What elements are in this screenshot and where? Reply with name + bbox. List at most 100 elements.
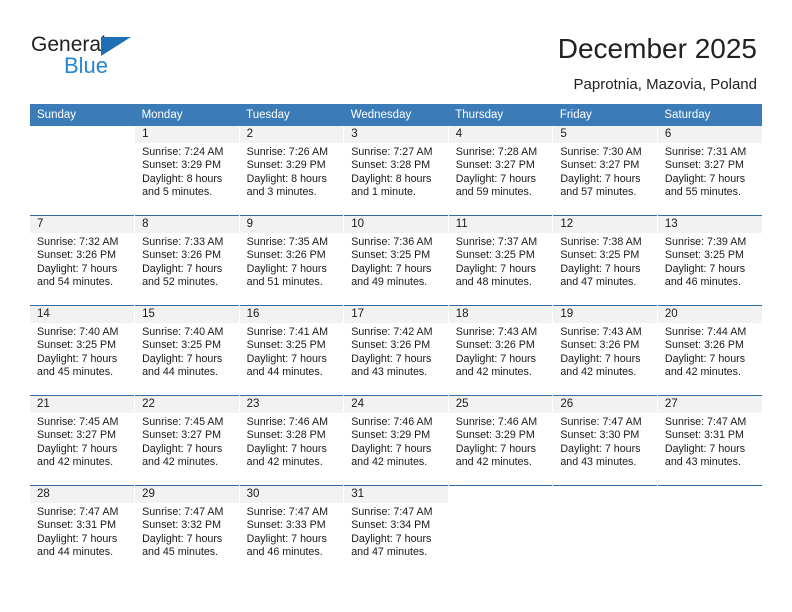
brand-logo[interactable]: General Blue [31,34,231,84]
calendar-day-cell[interactable]: 17 Sunrise: 7:42 AM Sunset: 3:26 PM Dayligh… [343,305,449,396]
daylight-text-line1: Daylight: 8 hours [351,172,432,185]
calendar-day-cell[interactable]: 15 Sunrise: 7:40 AM Sunset: 3:25 PM Dayligh… [134,305,240,396]
calendar-day-cell[interactable]: 27 Sunrise: 7:47 AM Sunset: 3:31 PM Dayligh… [657,395,762,486]
calendar-day-cell[interactable]: 24 Sunrise: 7:46 AM Sunset: 3:29 PM Dayligh… [343,395,449,486]
day-sun-info: Sunrise: 7:45 AM Sunset: 3:27 PM Daylight:… [30,413,134,470]
daylight-text-line2: and 44 minutes. [37,546,114,559]
calendar-day-cell[interactable]: 5 Sunrise: 7:30 AM Sunset: 3:27 PM Daylight… [552,126,658,216]
calendar-day-cell[interactable]: 30 Sunrise: 7:47 AM Sunset: 3:33 PM Dayligh… [239,485,345,575]
page-title: December 2025 [557,33,757,64]
daylight-text-line2: and 42 minutes. [246,456,323,469]
calendar-day-cell[interactable]: 2 Sunrise: 7:26 AM Sunset: 3:29 PM Daylight… [239,126,345,216]
day-number: 29 [135,486,239,503]
daylight-text-line1: Daylight: 7 hours [142,532,223,545]
calendar-day-cell[interactable]: 29 Sunrise: 7:47 AM Sunset: 3:32 PM Dayligh… [134,485,240,575]
calendar-week-row: 14 Sunrise: 7:40 AM Sunset: 3:25 PM Dayligh… [30,305,762,396]
sunset-text: Sunset: 3:29 PM [142,159,222,172]
day-sun-info: Sunrise: 7:43 AM Sunset: 3:26 PM Daylight:… [449,323,553,380]
calendar-day-cell[interactable]: 23 Sunrise: 7:46 AM Sunset: 3:28 PM Dayligh… [239,395,345,486]
calendar-day-cell[interactable]: 6 Sunrise: 7:31 AM Sunset: 3:27 PM Daylight… [657,126,762,216]
day-number: 21 [30,396,135,413]
calendar-day-cell[interactable]: 9 Sunrise: 7:35 AM Sunset: 3:26 PM Daylight… [239,215,345,306]
calendar-day-cell[interactable]: 19 Sunrise: 7:43 AM Sunset: 3:26 PM Dayligh… [552,305,658,396]
day-number: 14 [30,306,135,323]
daylight-text-line1: Daylight: 7 hours [664,262,746,275]
daylight-text-line1: Daylight: 7 hours [664,442,746,455]
calendar-day-cell[interactable]: 16 Sunrise: 7:41 AM Sunset: 3:25 PM Dayligh… [239,305,345,396]
day-sun-info: Sunrise: 7:47 AM Sunset: 3:34 PM Daylight:… [344,503,448,560]
day-sun-info [553,503,657,506]
sunrise-text: Sunrise: 7:30 AM [560,146,642,158]
calendar-day-cell[interactable]: 20 Sunrise: 7:44 AM Sunset: 3:26 PM Dayligh… [657,305,762,396]
day-cell-content: 24 Sunrise: 7:46 AM Sunset: 3:29 PM Dayligh… [344,396,448,485]
sunrise-text: Sunrise: 7:26 AM [246,146,329,158]
day-sun-info: Sunrise: 7:47 AM Sunset: 3:32 PM Daylight:… [135,503,239,560]
day-sun-info: Sunrise: 7:37 AM Sunset: 3:25 PM Daylight:… [449,233,553,290]
sunrise-text: Sunrise: 7:40 AM [142,326,224,338]
day-sun-info: Sunrise: 7:47 AM Sunset: 3:31 PM Daylight:… [658,413,762,470]
calendar-day-cell[interactable]: 12 Sunrise: 7:38 AM Sunset: 3:25 PM Dayligh… [552,215,658,306]
sunrise-text: Sunrise: 7:45 AM [37,416,119,428]
day-cell-content: 19 Sunrise: 7:43 AM Sunset: 3:26 PM Dayligh… [553,306,657,395]
day-cell-content: 6 Sunrise: 7:31 AM Sunset: 3:27 PM Daylight… [657,126,762,215]
sunrise-text: Sunrise: 7:46 AM [246,416,329,428]
sunrise-text: Sunrise: 7:32 AM [37,236,119,248]
day-cell-content [448,486,553,575]
day-number [30,126,135,143]
calendar-day-cell[interactable]: 22 Sunrise: 7:45 AM Sunset: 3:27 PM Dayligh… [134,395,240,486]
daylight-text-line2: and 42 minutes. [664,366,741,379]
calendar-day-cell[interactable]: 11 Sunrise: 7:37 AM Sunset: 3:25 PM Dayligh… [448,215,554,306]
day-cell-content: 29 Sunrise: 7:47 AM Sunset: 3:32 PM Dayligh… [135,486,239,575]
daylight-text-line2: and 59 minutes. [455,186,532,199]
calendar-day-cell[interactable]: 21 Sunrise: 7:45 AM Sunset: 3:27 PM Dayligh… [30,395,136,486]
day-sun-info: Sunrise: 7:40 AM Sunset: 3:25 PM Daylight:… [30,323,134,380]
weekday-header-thursday: Thursday [448,104,553,126]
sunrise-text: Sunrise: 7:47 AM [246,506,329,518]
calendar-day-cell[interactable]: 14 Sunrise: 7:40 AM Sunset: 3:25 PM Dayligh… [30,305,136,396]
sunset-text: Sunset: 3:29 PM [455,429,535,442]
page-subtitle: Paprotnia, Mazovia, Poland [573,76,757,93]
day-number: 25 [448,396,553,413]
calendar-day-cell[interactable]: 18 Sunrise: 7:43 AM Sunset: 3:26 PM Dayligh… [448,305,554,396]
calendar-day-cell[interactable]: 25 Sunrise: 7:46 AM Sunset: 3:29 PM Dayligh… [448,395,554,486]
sunset-text: Sunset: 3:27 PM [560,159,640,172]
daylight-text-line1: Daylight: 7 hours [455,352,536,365]
daylight-text-line2: and 42 minutes. [37,456,114,469]
daylight-text-line2: and 3 minutes. [246,186,317,199]
day-sun-info: Sunrise: 7:47 AM Sunset: 3:31 PM Daylight:… [30,503,134,560]
sunrise-text: Sunrise: 7:36 AM [351,236,433,248]
calendar-day-cell[interactable]: 13 Sunrise: 7:39 AM Sunset: 3:25 PM Dayligh… [657,215,762,306]
sunset-text: Sunset: 3:25 PM [664,249,744,262]
day-sun-info: Sunrise: 7:39 AM Sunset: 3:25 PM Daylight:… [658,233,762,290]
calendar-day-cell[interactable]: 28 Sunrise: 7:47 AM Sunset: 3:31 PM Dayligh… [30,485,136,575]
day-sun-info: Sunrise: 7:32 AM Sunset: 3:26 PM Daylight:… [30,233,134,290]
sunrise-text: Sunrise: 7:46 AM [455,416,538,428]
day-sun-info: Sunrise: 7:27 AM Sunset: 3:28 PM Daylight:… [344,143,448,200]
daylight-text-line1: Daylight: 7 hours [351,262,432,275]
calendar-day-cell[interactable]: 3 Sunrise: 7:27 AM Sunset: 3:28 PM Daylight… [343,126,449,216]
sunset-text: Sunset: 3:25 PM [37,339,117,352]
calendar-day-cell[interactable]: 4 Sunrise: 7:28 AM Sunset: 3:27 PM Daylight… [448,126,554,216]
sunset-text: Sunset: 3:26 PM [560,339,640,352]
calendar-day-cell [657,485,762,575]
day-number: 24 [344,396,448,413]
day-cell-content: 16 Sunrise: 7:41 AM Sunset: 3:25 PM Dayligh… [239,306,344,395]
daylight-text-line2: and 49 minutes. [351,276,428,289]
day-cell-content [30,126,135,215]
day-number: 28 [30,486,135,503]
sunset-text: Sunset: 3:25 PM [246,339,326,352]
calendar-day-cell[interactable]: 8 Sunrise: 7:33 AM Sunset: 3:26 PM Daylight… [134,215,240,306]
calendar-day-cell[interactable]: 10 Sunrise: 7:36 AM Sunset: 3:25 PM Dayligh… [343,215,449,306]
daylight-text-line1: Daylight: 7 hours [142,262,223,275]
calendar-day-cell[interactable]: 31 Sunrise: 7:47 AM Sunset: 3:34 PM Dayligh… [343,485,449,575]
day-cell-content: 9 Sunrise: 7:35 AM Sunset: 3:26 PM Daylight… [239,216,344,305]
day-cell-content: 17 Sunrise: 7:42 AM Sunset: 3:26 PM Dayligh… [344,306,448,395]
daylight-text-line2: and 5 minutes. [142,186,213,199]
calendar-day-cell[interactable]: 1 Sunrise: 7:24 AM Sunset: 3:29 PM Daylight… [134,126,240,216]
daylight-text-line1: Daylight: 7 hours [351,532,432,545]
weekday-header-wednesday: Wednesday [343,104,449,126]
day-number: 1 [135,126,239,143]
calendar-day-cell[interactable]: 7 Sunrise: 7:32 AM Sunset: 3:26 PM Daylight… [30,215,136,306]
day-number: 22 [135,396,239,413]
calendar-day-cell[interactable]: 26 Sunrise: 7:47 AM Sunset: 3:30 PM Dayligh… [552,395,658,486]
